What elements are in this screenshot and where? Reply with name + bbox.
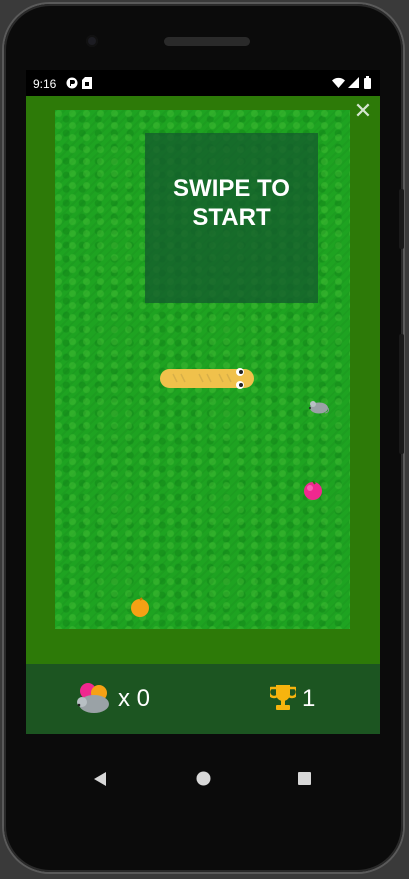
game-area[interactable]: SWIPE TO START ✕ <box>26 96 380 664</box>
battery-icon <box>364 76 371 92</box>
navigation-bar <box>26 744 380 814</box>
status-bar: 9:16 <box>26 70 380 96</box>
front-camera <box>86 35 98 47</box>
sim-card-icon <box>82 77 92 92</box>
score-bar: x 0 1 <box>26 664 380 734</box>
recents-icon[interactable] <box>298 772 311 785</box>
trophy-icon <box>270 685 296 710</box>
settings-icon <box>66 77 78 92</box>
wifi-icon <box>332 77 345 91</box>
best-score: 1 <box>302 685 316 712</box>
snake <box>160 368 254 389</box>
status-time: 9:16 <box>33 77 57 91</box>
eaten-count: x 0 <box>118 685 151 712</box>
earpiece-speaker <box>164 37 250 46</box>
signal-icon <box>348 77 359 91</box>
start-text: SWIPE TO START <box>173 175 290 231</box>
start-panel: SWIPE TO START <box>145 133 318 303</box>
home-icon[interactable] <box>196 771 211 786</box>
close-icon[interactable]: ✕ <box>352 100 374 122</box>
volume-button <box>399 189 404 249</box>
back-icon[interactable] <box>93 771 107 787</box>
power-button <box>399 334 404 454</box>
orange-fruit <box>131 597 149 617</box>
mouse <box>309 401 329 414</box>
eaten-fruits-icon <box>77 683 109 713</box>
screen: 9:16 SWIPE TO START ✕ x 0 1 <box>26 70 380 734</box>
pink-fruit <box>304 480 322 500</box>
grass-field[interactable]: SWIPE TO START <box>55 110 350 629</box>
